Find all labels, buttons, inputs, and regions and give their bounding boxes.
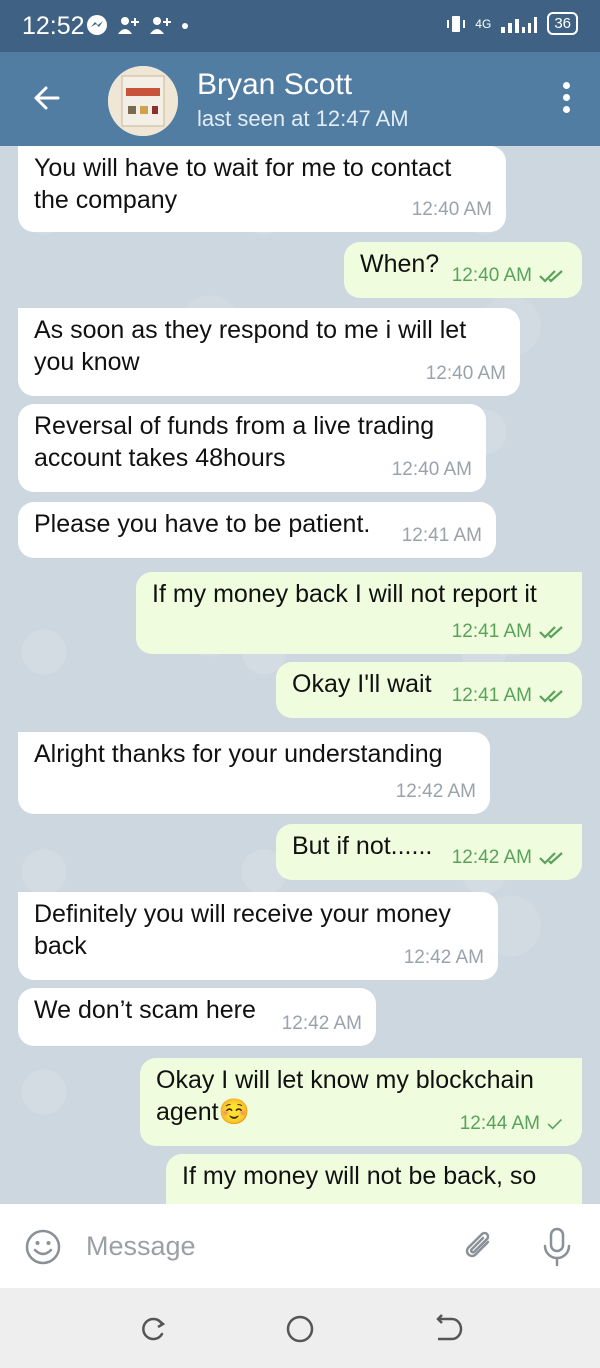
network-type: 4G — [475, 16, 492, 31]
message-time: 12:42 AM — [281, 1013, 362, 1034]
message-bubble-outgoing[interactable]: If my money back I will not report it 12… — [136, 572, 582, 654]
message-time: 12:42 AM — [403, 947, 484, 968]
book-cover-icon — [108, 66, 178, 136]
double-check-icon — [539, 852, 563, 865]
message-bubble-outgoing[interactable]: When? 12:40 AM — [344, 242, 582, 298]
add-user-icon — [150, 17, 171, 34]
message-bubble-incoming[interactable]: Alright thanks for your understanding 12… — [18, 732, 490, 814]
message-bubble-incoming[interactable]: As soon as they respond to me i will let… — [18, 308, 520, 396]
messenger-icon — [87, 15, 107, 35]
message-text: Reversal of funds from a live trading — [34, 412, 435, 440]
status-right: 4G 36 — [445, 12, 578, 35]
message-bubble-outgoing[interactable]: But if not...... 12:42 AM — [276, 824, 582, 880]
double-check-icon — [539, 690, 563, 703]
message-time: 12:41 AM — [451, 685, 532, 706]
message-time: 12:42 AM — [451, 847, 532, 868]
message-text: As soon as they respond to me i will let — [34, 316, 467, 344]
message-bubble-incoming[interactable]: Definitely you will receive your money b… — [18, 892, 498, 980]
emoji-icon[interactable] — [24, 1228, 62, 1266]
message-text: If my money will not be back, so — [182, 1162, 537, 1190]
signal-icon — [501, 16, 538, 33]
chat-header: Bryan Scott last seen at 12:47 AM — [0, 52, 600, 146]
composer — [0, 1204, 600, 1288]
message-text: Alright thanks for your understanding — [34, 740, 443, 768]
last-seen-status: last seen at 12:47 AM — [197, 106, 409, 131]
avatar[interactable] — [108, 66, 178, 136]
recent-apps-icon[interactable] — [136, 1312, 170, 1346]
message-time: 12:42 AM — [395, 781, 476, 802]
message-text: Definitely you will receive your money — [34, 900, 451, 928]
status-bar: 12:52 4G 36 — [0, 0, 600, 52]
double-check-icon — [539, 626, 563, 639]
dot-icon — [182, 23, 188, 29]
back-nav-icon[interactable] — [432, 1312, 466, 1346]
single-check-icon — [547, 1119, 562, 1130]
message-time: 12:41 AM — [451, 621, 532, 642]
battery-level: 36 — [547, 12, 578, 35]
vibrate-icon — [447, 15, 466, 32]
message-bubble-incoming[interactable]: You will have to wait for me to contact … — [18, 146, 506, 232]
message-bubble-incoming[interactable]: Reversal of funds from a live trading ac… — [18, 404, 486, 492]
message-text: Okay I will let know my blockchain — [156, 1066, 534, 1094]
message-text: If my money back I will not report it — [152, 580, 537, 608]
message-bubble-outgoing[interactable]: If my money will not be back, so — [166, 1154, 582, 1204]
status-time: 12:52 — [22, 12, 85, 40]
home-icon[interactable] — [283, 1312, 317, 1346]
back-arrow-icon[interactable] — [28, 80, 64, 116]
notification-icons — [86, 14, 190, 36]
microphone-icon[interactable] — [540, 1226, 574, 1268]
message-input[interactable] — [86, 1226, 426, 1266]
message-list[interactable]: You will have to wait for me to contact … — [0, 146, 600, 1204]
message-time: 12:41 AM — [401, 525, 482, 546]
double-check-icon — [539, 270, 563, 283]
message-bubble-incoming[interactable]: Please you have to be patient. 12:41 AM — [18, 502, 496, 558]
message-text: You will have to wait for me to contact — [34, 154, 452, 182]
message-time: 12:40 AM — [451, 265, 532, 286]
message-time: 12:40 AM — [411, 199, 492, 220]
message-bubble-outgoing[interactable]: Okay I'll wait 12:41 AM — [276, 662, 582, 718]
attach-icon[interactable] — [460, 1228, 498, 1266]
add-user-icon — [118, 17, 139, 34]
message-bubble-incoming[interactable]: We don’t scam here 12:42 AM — [18, 988, 376, 1046]
message-bubble-outgoing[interactable]: Okay I will let know my blockchain agent… — [140, 1058, 582, 1146]
system-nav-bar — [0, 1288, 600, 1368]
message-time: 12:40 AM — [391, 459, 472, 480]
message-time: 12:44 AM — [459, 1113, 540, 1134]
message-time: 12:40 AM — [425, 363, 506, 384]
more-options-icon[interactable] — [558, 82, 574, 118]
contact-name[interactable]: Bryan Scott — [197, 68, 352, 102]
